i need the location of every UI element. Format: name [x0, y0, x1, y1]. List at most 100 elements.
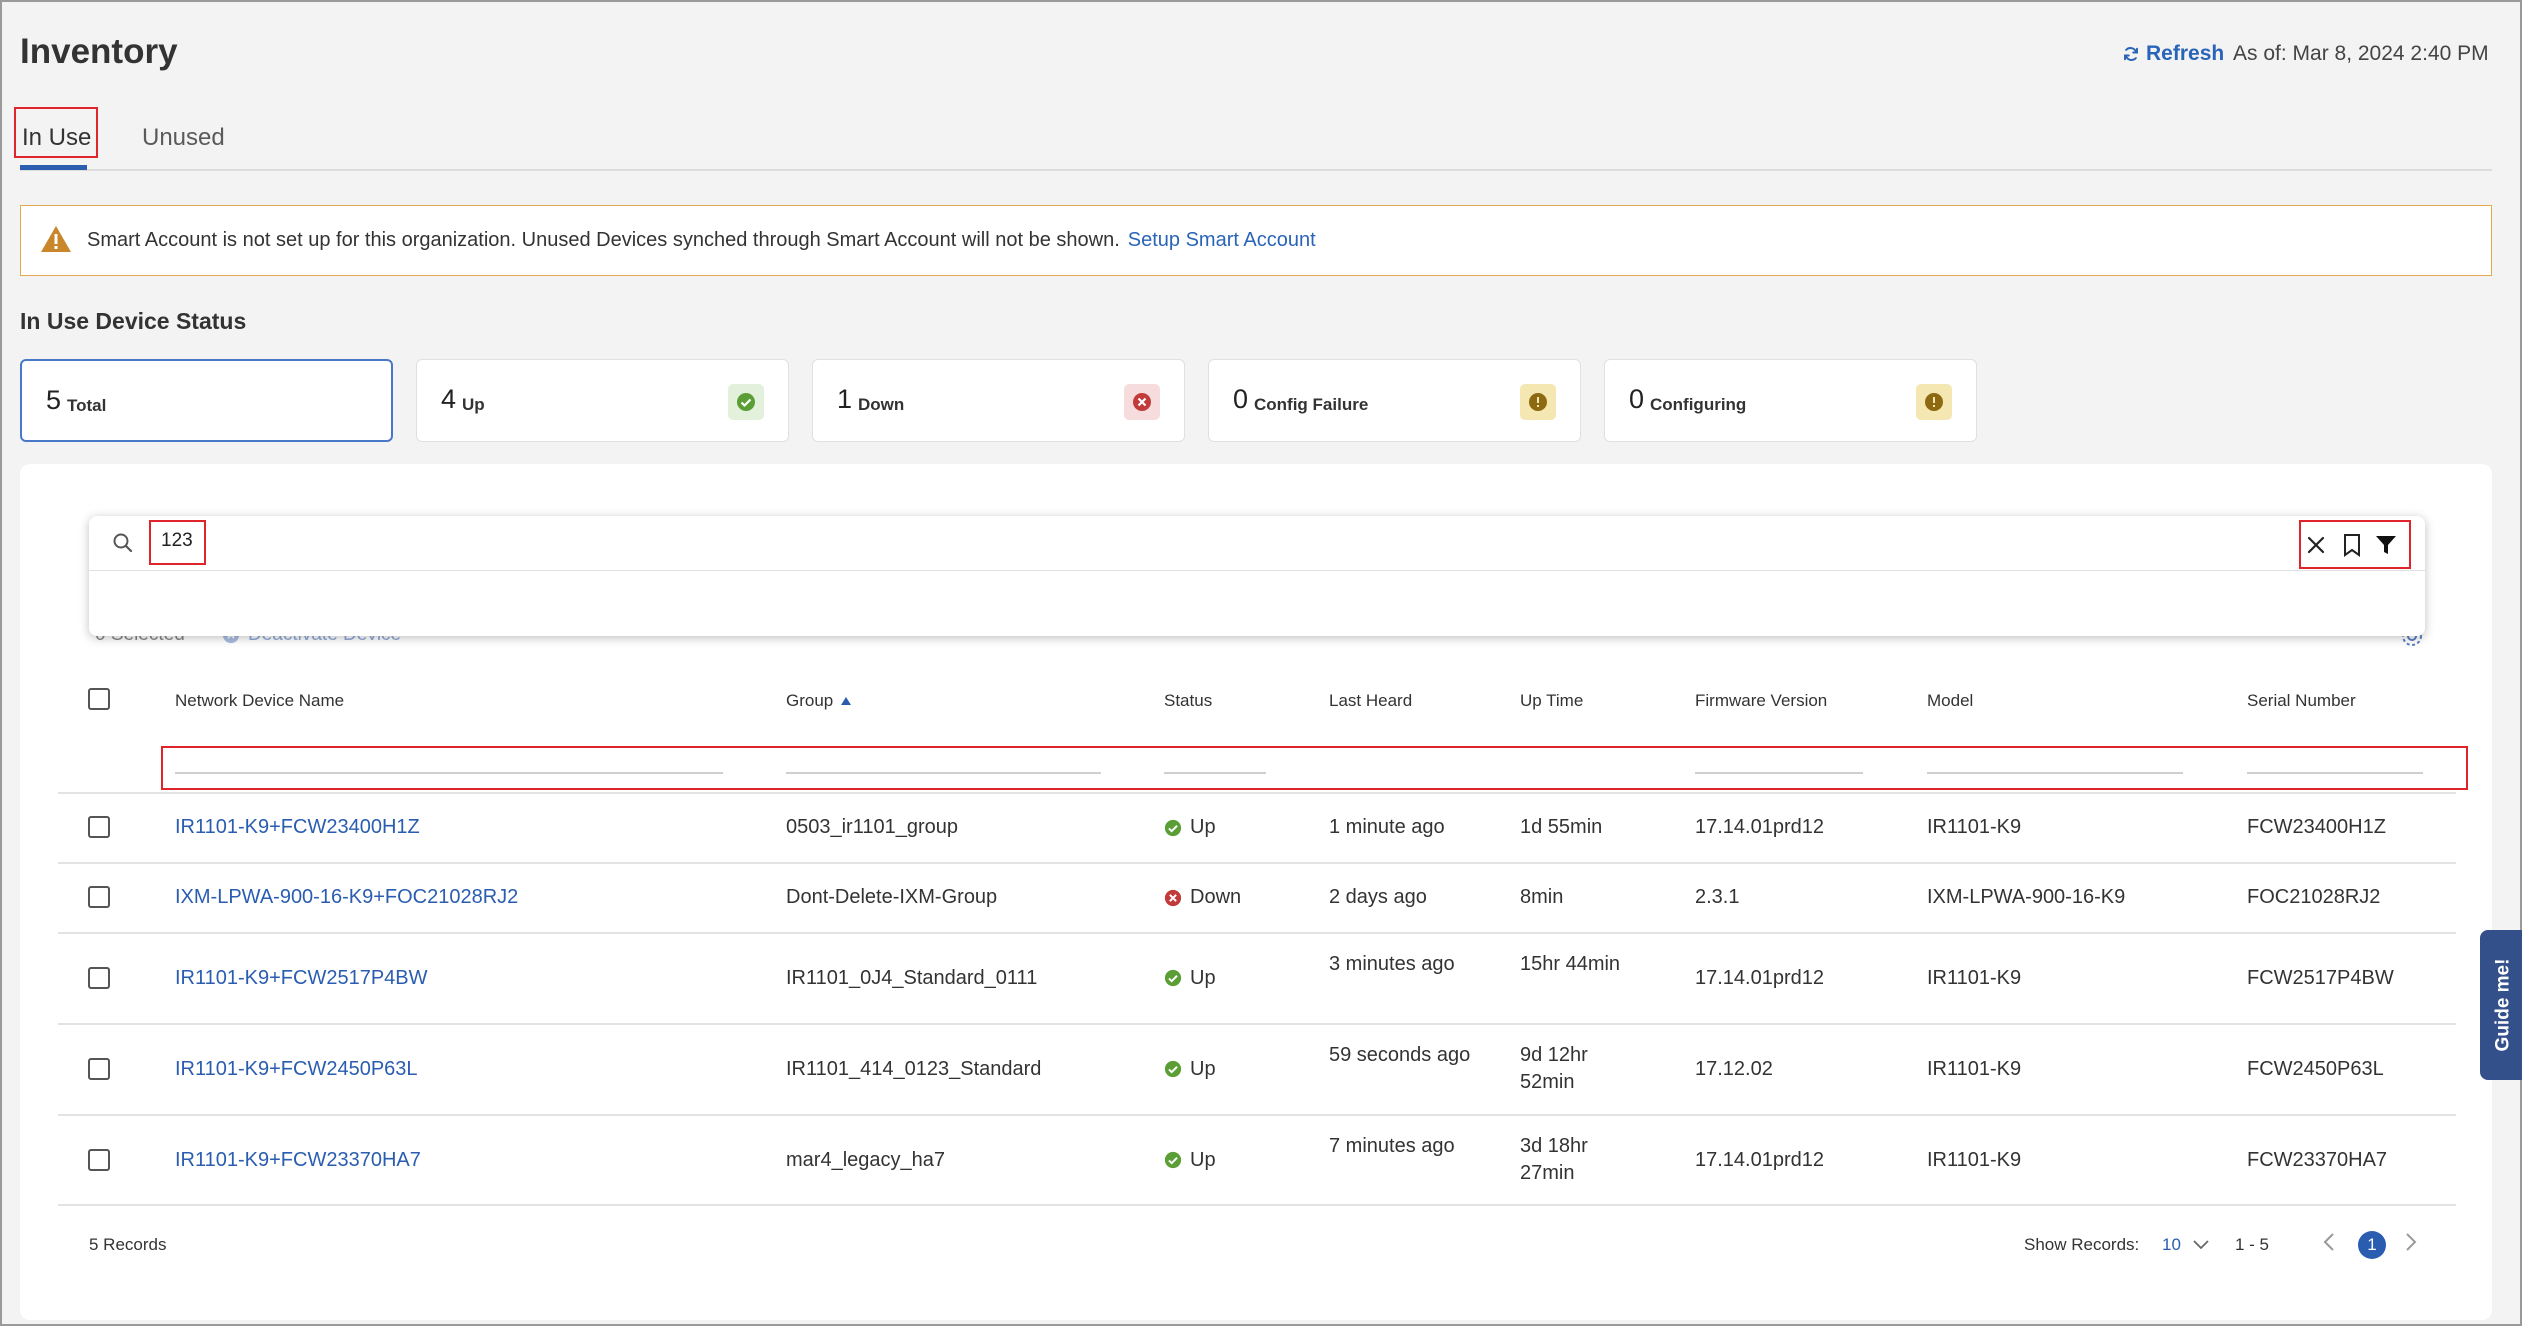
row-checkbox[interactable]	[88, 1057, 110, 1080]
column-header-group-label: Group	[786, 691, 834, 710]
status-up-icon	[1164, 969, 1182, 987]
device-group: Dont-Delete-IXM-Group	[786, 886, 998, 908]
status-up-icon	[1164, 819, 1182, 836]
serial-number: FCW23400H1Z	[2247, 816, 2386, 838]
status-card-config-failure[interactable]: 0 Config Failure	[1208, 359, 1581, 442]
status-label: Configuring	[1650, 395, 1747, 414]
column-header-status[interactable]: Status	[1164, 691, 1212, 711]
status-count: 1	[837, 384, 853, 414]
device-name-link[interactable]: IR1101-K9+FCW2450P63L	[175, 1056, 418, 1083]
select-all-checkbox[interactable]	[88, 688, 110, 710]
firmware-version: 2.3.1	[1695, 886, 1740, 908]
column-header-group[interactable]: Group	[786, 691, 852, 711]
up-time: 9d 12hr 52min	[1520, 1043, 1588, 1093]
tab-bar: In Use Unused	[20, 110, 2492, 171]
chevron-down-icon	[2193, 1240, 2209, 1250]
highlight-box	[161, 746, 2468, 790]
row-separator	[58, 1114, 2456, 1116]
refresh-icon	[2124, 47, 2138, 61]
highlight-box	[149, 520, 206, 565]
guide-me-button[interactable]: Guide me!	[2480, 930, 2522, 1080]
device-name-link[interactable]: IXM-LPWA-900-16-K9+FOC21028RJ2	[175, 884, 518, 911]
row-checkbox[interactable]	[88, 1148, 110, 1171]
status-badge: Up	[1164, 965, 1216, 992]
footer-separator	[58, 1204, 2456, 1206]
tab-unused[interactable]: Unused	[142, 124, 225, 152]
refresh-label: Refresh	[2146, 42, 2225, 65]
firmware-version: 17.14.01prd12	[1695, 1148, 1825, 1171]
highlight-box	[2299, 520, 2411, 569]
row-checkbox[interactable]	[88, 886, 110, 908]
column-header-firmware[interactable]: Firmware Version	[1695, 691, 1827, 711]
row-separator	[58, 862, 2456, 864]
status-up-icon	[1164, 1151, 1182, 1169]
search-bar: 123	[89, 516, 2425, 636]
last-heard: 3 minutes ago	[1329, 952, 1455, 975]
device-status-title: In Use Device Status	[20, 308, 247, 334]
row-separator	[58, 1023, 2456, 1025]
row-checkbox[interactable]	[88, 966, 110, 989]
status-label: Up	[1190, 1148, 1216, 1171]
status-card-up[interactable]: 4 Up	[416, 359, 789, 442]
up-check-icon	[728, 384, 764, 420]
banner-message: Smart Account is not set up for this org…	[87, 229, 1120, 251]
device-name-link[interactable]: IR1101-K9+FCW2517P4BW	[175, 965, 428, 992]
device-model: IR1101-K9	[1927, 816, 2022, 838]
status-count: 4	[441, 384, 457, 414]
status-label: Down	[1190, 886, 1242, 908]
sort-ascending-icon	[841, 697, 852, 705]
alert-icon	[1520, 384, 1556, 420]
device-model: IR1101-K9	[1927, 1148, 2022, 1171]
status-label: Total	[67, 396, 107, 415]
last-heard: 1 minute ago	[1329, 816, 1445, 838]
firmware-version: 17.12.02	[1695, 1057, 1773, 1080]
warning-icon	[41, 226, 71, 252]
page-range: 1 - 5	[2235, 1235, 2270, 1254]
page-number-button[interactable]: 1	[2358, 1231, 2386, 1259]
up-time: 8min	[1520, 886, 1564, 908]
column-header-serial[interactable]: Serial Number	[2247, 691, 2356, 711]
last-heard: 7 minutes ago	[1329, 1134, 1455, 1157]
status-count: 0	[1233, 384, 1249, 414]
guide-me-label: Guide me!	[2492, 958, 2513, 1052]
device-name-link[interactable]: IR1101-K9+FCW23400H1Z	[175, 814, 420, 841]
prev-page-icon[interactable]	[2322, 1232, 2336, 1252]
status-card-total[interactable]: 5 Total	[20, 359, 393, 442]
serial-number: FCW2450P63L	[2247, 1057, 2384, 1080]
refresh-button[interactable]: Refresh	[2122, 42, 2224, 66]
firmware-version: 17.14.01prd12	[1695, 816, 1825, 838]
serial-number: FCW2517P4BW	[2247, 966, 2394, 989]
column-header-up-time[interactable]: Up Time	[1520, 691, 1583, 711]
row-checkbox[interactable]	[88, 816, 110, 838]
next-page-icon[interactable]	[2404, 1232, 2418, 1252]
status-badge: Up	[1164, 1147, 1216, 1174]
device-group: IR1101_414_0123_Standard	[786, 1057, 1042, 1080]
device-model: IR1101-K9	[1927, 966, 2022, 989]
column-header-model[interactable]: Model	[1927, 691, 1973, 711]
firmware-version: 17.14.01prd12	[1695, 966, 1825, 989]
device-group: mar4_legacy_ha7	[786, 1148, 945, 1171]
up-time: 15hr 44min	[1520, 952, 1621, 975]
column-header-name[interactable]: Network Device Name	[175, 691, 344, 711]
smart-account-warning-banner: Smart Account is not set up for this org…	[20, 205, 2492, 276]
up-time: 1d 55min	[1520, 816, 1603, 838]
status-card-down[interactable]: 1 Down	[812, 359, 1185, 442]
up-time: 3d 18hr 27min	[1520, 1134, 1588, 1184]
status-count: 5	[46, 385, 62, 415]
device-model: IR1101-K9	[1927, 1057, 2022, 1080]
status-card-configuring[interactable]: 0 Configuring	[1604, 359, 1977, 442]
device-model: IXM-LPWA-900-16-K9	[1927, 886, 2126, 908]
status-badge: Down	[1164, 884, 1241, 911]
status-label: Up	[1190, 966, 1216, 989]
status-badge: Up	[1164, 1056, 1216, 1083]
show-records-select[interactable]: 10	[2162, 1235, 2209, 1255]
status-down-icon	[1164, 889, 1182, 906]
highlight-box	[14, 107, 98, 158]
column-header-last-heard[interactable]: Last Heard	[1329, 691, 1412, 711]
search-divider	[89, 570, 2425, 571]
active-tab-indicator	[20, 165, 87, 170]
setup-smart-account-link[interactable]: Setup Smart Account	[1128, 229, 1316, 252]
search-icon	[113, 533, 133, 553]
status-badge: Up	[1164, 814, 1216, 841]
device-name-link[interactable]: IR1101-K9+FCW23370HA7	[175, 1147, 421, 1174]
